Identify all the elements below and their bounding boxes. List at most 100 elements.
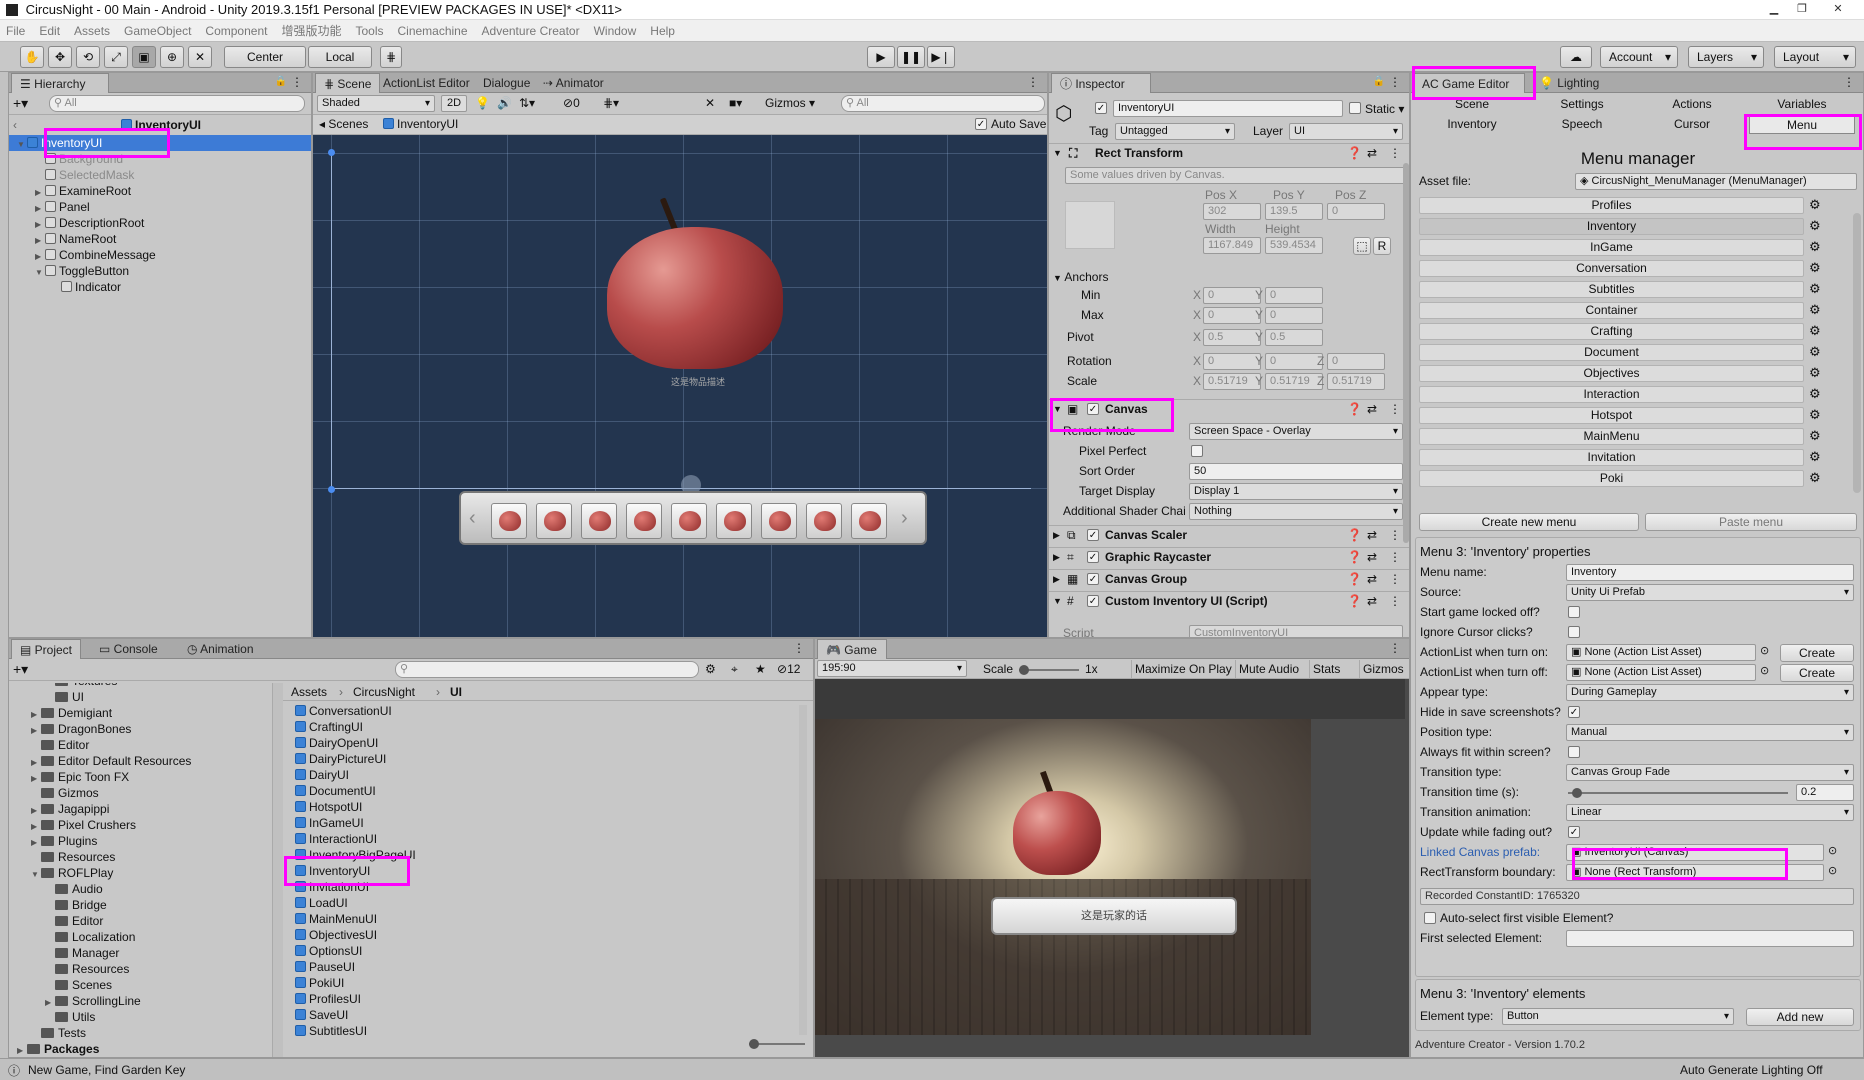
ac-nav-settings[interactable]: Settings: [1529, 95, 1635, 114]
asset-conversationui[interactable]: ConversationUI: [295, 703, 392, 719]
file-list-scrollbar[interactable]: [799, 705, 807, 1035]
transition-time-slider[interactable]: [1568, 788, 1788, 798]
help-icon[interactable]: ❓: [1347, 570, 1362, 588]
folder-demigiant[interactable]: ▶ Demigiant: [9, 705, 112, 721]
menu-help[interactable]: Help: [650, 24, 675, 38]
icon-size-slider-knob[interactable]: [749, 1039, 759, 1049]
help-icon[interactable]: ❓: [1347, 548, 1362, 566]
gear-icon[interactable]: ⚙: [1809, 450, 1823, 464]
pivot-center-button[interactable]: Center: [224, 46, 306, 68]
asset-craftingui[interactable]: CraftingUI: [295, 719, 363, 735]
asset-file-field[interactable]: ◈ CircusNight_MenuManager (MenuManager): [1575, 173, 1857, 190]
rotation-x-field[interactable]: 0: [1203, 353, 1261, 370]
pos-z-field[interactable]: 0: [1327, 203, 1385, 220]
prop-checkbox-update-while-fading-out[interactable]: ✓: [1568, 826, 1580, 838]
gear-icon[interactable]: ⚙: [1809, 366, 1823, 380]
anchor-min-y-field[interactable]: 0: [1265, 287, 1323, 304]
folder-tests[interactable]: Tests: [9, 1025, 86, 1041]
prop-dropdown-transition-type[interactable]: Canvas Group Fade: [1566, 764, 1854, 781]
step-button[interactable]: ▶❘: [927, 46, 955, 68]
asset-inventorybigpageui[interactable]: InventoryBigPageUI: [295, 847, 416, 863]
hierarchy-item-indicator[interactable]: Indicator: [9, 279, 311, 295]
folder-plugins[interactable]: ▶ Plugins: [9, 833, 97, 849]
pivot-x-field[interactable]: 0.5: [1203, 329, 1261, 346]
shading-mode-dropdown[interactable]: Shaded: [317, 95, 435, 112]
inventory-slot[interactable]: [671, 503, 707, 539]
inventory-slot[interactable]: [536, 503, 572, 539]
inventory-slot[interactable]: [581, 503, 617, 539]
asset-hotspotui[interactable]: HotspotUI: [295, 799, 362, 815]
scale-slider[interactable]: [1019, 665, 1079, 675]
object-picker-icon[interactable]: ⊙: [1760, 664, 1769, 677]
component-enabled-checkbox[interactable]: ✓: [1087, 573, 1099, 585]
help-icon[interactable]: ❓: [1347, 526, 1362, 544]
gizmos-dropdown[interactable]: Gizmos ▾: [765, 96, 815, 110]
menu-list-scrollbar[interactable]: [1853, 213, 1861, 493]
inspector-scrollbar[interactable]: [1403, 163, 1409, 543]
lock-icon[interactable]: 🔒: [275, 76, 287, 87]
asset-profilesui[interactable]: ProfilesUI: [295, 991, 361, 1007]
more-menu-icon[interactable]: ⋮: [1027, 75, 1039, 89]
first-selected-field[interactable]: [1566, 930, 1854, 947]
gear-icon[interactable]: ⚙: [1809, 282, 1823, 296]
asset-dairypictureui[interactable]: DairyPictureUI: [295, 751, 386, 767]
apple-image[interactable]: [607, 197, 783, 369]
pivot-local-button[interactable]: Local: [308, 46, 372, 68]
script-field[interactable]: CustomInventoryUI: [1189, 625, 1403, 637]
menu-file[interactable]: File: [6, 24, 25, 38]
canvas-component-header[interactable]: ▼ ▣ ✓ Canvas ❓ ⇄ ⋮: [1049, 399, 1409, 417]
folder-roflplay[interactable]: ▼ ROFLPlay: [9, 865, 113, 881]
hidden-objects-icon[interactable]: ⊘0: [563, 96, 580, 110]
pause-button[interactable]: ❚❚: [897, 46, 925, 68]
camera-icon[interactable]: ■▾: [729, 96, 742, 110]
tag-dropdown[interactable]: Untagged: [1115, 123, 1235, 140]
component-header-graphic-raycaster[interactable]: ▶ ⌗ ✓ Graphic Raycaster ❓ ⇄ ⋮: [1049, 547, 1409, 565]
transform-tool-icon[interactable]: ⊕: [160, 46, 184, 68]
menu-item-profiles[interactable]: Profiles: [1419, 197, 1804, 214]
menu-item-subtitles[interactable]: Subtitles: [1419, 281, 1804, 298]
canvas-enabled-checkbox[interactable]: ✓: [1087, 403, 1099, 415]
game-toggle-stats[interactable]: Stats: [1309, 660, 1343, 678]
asset-invitationui[interactable]: InvitationUI: [295, 879, 369, 895]
more-menu-icon[interactable]: ⋮: [1389, 526, 1401, 544]
menu-item-poki[interactable]: Poki: [1419, 470, 1804, 487]
gear-icon[interactable]: ⚙: [1809, 387, 1823, 401]
hierarchy-item-inventoryui[interactable]: ▼ InventoryUI: [9, 135, 311, 151]
menu-window[interactable]: Window: [594, 24, 637, 38]
object-picker-icon[interactable]: ⊙: [1828, 844, 1837, 857]
folder-gizmos[interactable]: Gizmos: [9, 785, 99, 801]
folder-editor[interactable]: Editor: [9, 737, 89, 753]
ac-nav-menu[interactable]: Menu: [1749, 115, 1855, 134]
asset-dairyui[interactable]: DairyUI: [295, 767, 349, 783]
asset-pauseui[interactable]: PauseUI: [295, 959, 355, 975]
more-menu-icon[interactable]: ⋮: [793, 641, 805, 655]
scale-slider-knob[interactable]: [1019, 665, 1029, 675]
prop-checkbox-ignore-cursor-clicks[interactable]: [1568, 626, 1580, 638]
asset-saveui[interactable]: SaveUI: [295, 1007, 348, 1023]
active-checkbox[interactable]: ✓: [1095, 102, 1107, 114]
menu-item-crafting[interactable]: Crafting: [1419, 323, 1804, 340]
tab-inspector[interactable]: ⓘ Inspector: [1051, 73, 1151, 93]
anchor-preset-icon[interactable]: [1065, 201, 1115, 249]
menu-item-interaction[interactable]: Interaction: [1419, 386, 1804, 403]
object-picker-icon[interactable]: ⊙: [1760, 644, 1769, 657]
folder-scenes[interactable]: Scenes: [9, 977, 112, 993]
prop-field-menu-name[interactable]: Inventory: [1566, 564, 1854, 581]
asset-ingameui[interactable]: InGameUI: [295, 815, 364, 831]
lock-icon[interactable]: 🔒: [1373, 76, 1385, 87]
gear-icon[interactable]: ⚙: [1809, 219, 1823, 233]
more-menu-icon[interactable]: ⋮: [1389, 400, 1401, 418]
rect-handle[interactable]: [328, 149, 335, 156]
preset-icon[interactable]: ⇄: [1367, 144, 1377, 162]
asset-inventoryui[interactable]: InventoryUI: [295, 863, 370, 879]
gear-icon[interactable]: ⚙: [1809, 345, 1823, 359]
object-picker-icon[interactable]: ⊙: [1828, 864, 1837, 877]
project-search-input[interactable]: ⚲: [395, 661, 699, 678]
ac-nav-speech[interactable]: Speech: [1529, 115, 1635, 134]
gear-icon[interactable]: ⚙: [1809, 408, 1823, 422]
sort-order-field[interactable]: 50: [1189, 463, 1403, 480]
menu-item-mainmenu[interactable]: MainMenu: [1419, 428, 1804, 445]
tab-project[interactable]: ▤ Project: [11, 639, 82, 659]
transition-time-field[interactable]: 0.2: [1796, 784, 1854, 801]
game-toggle-maximize-on-play[interactable]: Maximize On Play: [1131, 660, 1235, 678]
